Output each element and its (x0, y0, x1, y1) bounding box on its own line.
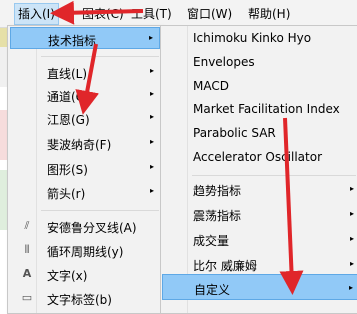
menu-separator (41, 210, 159, 211)
menu-item-label: MACD (193, 79, 229, 93)
submenu-arrow-icon: ▸ (148, 33, 153, 42)
submenu-arrow-icon: ▸ (149, 186, 154, 195)
menu-item-text[interactable]: A 文字(x) (10, 263, 160, 285)
menu-item-lines[interactable]: 直线(L) ▸ (10, 61, 160, 83)
submenu-arrow-icon: ▸ (149, 89, 154, 98)
menu-item-fibonacci[interactable]: 斐波纳奇(F) ▸ (10, 132, 160, 154)
menu-item-text-label[interactable]: ▭ 文字标签(b) (10, 287, 160, 309)
menu-item-label: 安德鲁分叉线(A) (47, 221, 137, 235)
indicators-submenu: Ichimoku Kinko Hyo Envelopes MACD Market… (160, 25, 357, 314)
submenu-arrow-icon: ▸ (149, 137, 154, 146)
submenu-arrow-icon: ▸ (149, 112, 154, 121)
indicator-envelopes[interactable]: Envelopes (162, 50, 357, 74)
menu-item-arrows[interactable]: 箭头(r) ▸ (10, 181, 160, 203)
menu-item-label: Envelopes (193, 55, 255, 69)
menu-bar: 插入(I) 图表(C) 工具(T) 窗口(W) 帮助(H) (0, 0, 357, 28)
cycle-lines-icon: ⦀ (24, 243, 30, 256)
menu-item-label: 自定义 (194, 283, 231, 297)
group-oscillators[interactable]: 震荡指标 ▸ (162, 202, 357, 226)
menu-tools[interactable]: 工具(T) (131, 5, 172, 23)
menu-item-label: 成交量 (193, 234, 230, 248)
menu-help[interactable]: 帮助(H) (248, 5, 290, 23)
menu-item-label: 循环周期线(y) (47, 245, 124, 259)
menu-item-label: 技术指标 (48, 34, 97, 48)
menu-item-label: 江恩(G) (47, 113, 90, 127)
submenu-arrow-icon: ▸ (349, 259, 354, 268)
menu-insert[interactable]: 插入(I) (14, 3, 59, 25)
menu-item-andrews-pitchfork[interactable]: ⫽ 安德鲁分叉线(A) (10, 215, 160, 237)
submenu-arrow-icon: ▸ (348, 283, 353, 292)
indicator-market-facilitation-index[interactable]: Market Facilitation Index (162, 97, 357, 121)
menu-item-label: 趋势指标 (193, 184, 242, 198)
group-volumes[interactable]: 成交量 ▸ (162, 227, 357, 251)
indicator-parabolic-sar[interactable]: Parabolic SAR (162, 121, 357, 145)
menu-item-label: 箭头(r) (47, 187, 86, 201)
menu-item-cycle-lines[interactable]: ⦀ 循环周期线(y) (10, 239, 160, 261)
text-icon: A (22, 267, 32, 280)
menu-item-gann[interactable]: 江恩(G) ▸ (10, 107, 160, 129)
menu-item-label: 文字标签(b) (47, 293, 112, 307)
menu-item-label: 比尔 威廉姆 (193, 259, 257, 273)
submenu-arrow-icon: ▸ (349, 209, 354, 218)
menu-item-label: 斐波纳奇(F) (47, 138, 112, 152)
menu-item-channels[interactable]: 通道(C) ▸ (10, 84, 160, 106)
text-label-icon: ▭ (21, 291, 33, 304)
menu-item-label: 震荡指标 (193, 209, 242, 223)
menu-item-shapes[interactable]: 图形(S) ▸ (10, 157, 160, 179)
submenu-arrow-icon: ▸ (149, 66, 154, 75)
indicator-accelerator-oscillator[interactable]: Accelerator Oscillator (162, 145, 357, 169)
indicator-ichimoku[interactable]: Ichimoku Kinko Hyo (162, 26, 357, 50)
pitchfork-icon: ⫽ (24, 219, 30, 232)
submenu-arrow-icon: ▸ (349, 184, 354, 193)
menu-window[interactable]: 窗口(W) (187, 5, 232, 23)
group-bill-williams[interactable]: 比尔 威廉姆 ▸ (162, 252, 357, 276)
group-custom[interactable]: 自定义 ▸ (162, 274, 357, 300)
menu-item-label: Accelerator Oscillator (193, 150, 323, 164)
menu-chart[interactable]: 图表(C) (82, 5, 124, 23)
indicator-macd[interactable]: MACD (162, 74, 357, 98)
menu-item-label: 图形(S) (47, 163, 88, 177)
group-trend-indicators[interactable]: 趋势指标 ▸ (162, 177, 357, 201)
menu-item-label: Market Facilitation Index (193, 102, 340, 116)
menu-item-label: Ichimoku Kinko Hyo (193, 31, 312, 45)
menu-item-label: 直线(L) (47, 67, 88, 81)
insert-menu: 技术指标 ▸ 直线(L) ▸ 通道(C) ▸ 江恩(G) ▸ 斐波纳奇(F) ▸… (7, 25, 163, 314)
menu-item-indicators[interactable]: 技术指标 ▸ (10, 27, 160, 49)
submenu-arrow-icon: ▸ (349, 234, 354, 243)
menu-separator (41, 56, 159, 57)
menu-separator (192, 175, 356, 176)
submenu-arrow-icon: ▸ (149, 162, 154, 171)
menu-item-label: Parabolic SAR (193, 126, 276, 140)
menu-item-label: 文字(x) (47, 269, 88, 283)
menu-item-label: 通道(C) (47, 90, 89, 104)
